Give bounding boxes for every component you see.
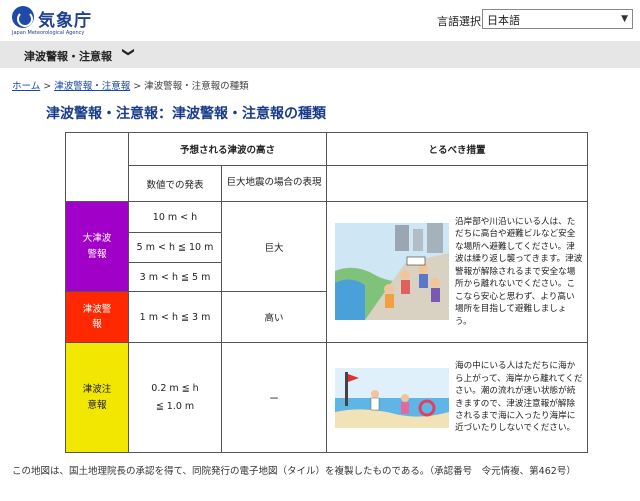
level-label-line: 大津波 [82, 233, 112, 245]
action-cell-advisory: 海の中にいる人はただちに海から上がって、海岸から離れてください。潮の流れが速い状… [326, 342, 589, 453]
jma-logo-icon [12, 6, 34, 28]
breadcrumb-current: 津波警報・注意報の種類 [144, 81, 249, 92]
breadcrumb-separator: > [133, 81, 142, 92]
subheader-action-empty [326, 165, 589, 202]
chevron-down-icon: ▼ [621, 14, 628, 24]
range-cell: 10 m < h [128, 201, 222, 233]
range-cell: 3 m < h ≦ 5 m [128, 262, 222, 292]
giant-expression-cell: ー [220, 342, 328, 453]
level-label-line: 津波警 [82, 303, 112, 315]
level-tsunami-advisory: 津波注 意報 [65, 342, 129, 453]
level-major-tsunami-warning: 大津波 警報 [65, 201, 129, 292]
range-cell: 1 m < h ≦ 3 m [128, 291, 222, 343]
logo-name: 気象庁 [38, 11, 92, 31]
language-select-value: 日本語 [487, 14, 520, 27]
range-cell: 5 m < h ≦ 10 m [128, 232, 222, 263]
header-action: とるべき措置 [326, 132, 589, 166]
range-line: 0.2 m ≦ h [151, 383, 199, 395]
language-select[interactable]: 日本語 ▼ [482, 9, 633, 29]
giant-expression-cell: 高い [220, 291, 328, 343]
section-nav-bar[interactable]: 津波警報・注意報 ❯ [0, 41, 640, 68]
action-cell-warnings: 沿岸部や川沿いにいる人は、ただちに高台や避難ビルなど安全な場所へ避難してください… [326, 201, 589, 343]
range-line: ≦ 1.0 m [155, 400, 195, 412]
section-nav-title: 津波警報・注意報 [24, 50, 112, 63]
map-copyright-note: この地図は、国土地理院長の承認を得て、同院発行の電子地図（タイル）を複製したもの… [12, 466, 576, 477]
evacuation-illustration-icon [335, 223, 450, 321]
level-label-line: 警報 [87, 248, 107, 260]
breadcrumb-home-link[interactable]: ホーム [12, 81, 40, 92]
language-label: 言語選択 [437, 15, 481, 28]
header-expected-height: 予想される津波の高さ [127, 132, 328, 166]
subheader-giant-quake: 巨大地震の場合の表現 [220, 165, 328, 202]
site-header: 気象庁 Japan Meteorological Agency 言語選択 日本語… [0, 0, 640, 36]
subheader-numeric: 数値での発表 [128, 165, 222, 202]
level-label-line: 津波注 [82, 384, 112, 396]
level-label-line: 報 [92, 319, 102, 330]
breadcrumb-parent-link[interactable]: 津波警報・注意報 [54, 81, 130, 92]
range-cell: 0.2 m ≦ h ≦ 1.0 m [128, 342, 222, 453]
table-corner-cell [65, 132, 129, 202]
level-tsunami-warning: 津波警 報 [65, 291, 129, 343]
page-title: 津波警報・注意報：津波警報・注意報の種類 [46, 106, 326, 122]
chevron-down-icon[interactable]: ❯ [122, 47, 136, 57]
breadcrumb-separator: > [43, 81, 52, 92]
jma-logo[interactable]: 気象庁 Japan Meteorological Agency [12, 6, 132, 36]
breadcrumb: ホーム > 津波警報・注意報 > 津波警報・注意報の種類 [12, 78, 249, 92]
action-text-warning: 沿岸部や川沿いにいる人は、ただちに高台や避難ビルなど安全な場所へ避難してください… [455, 216, 583, 327]
level-label-line: 意報 [87, 399, 107, 411]
beach-illustration-icon [335, 367, 450, 428]
tsunami-warning-table: 予想される津波の高さ とるべき措置 数値での発表 巨大地震の場合の表現 大津波 … [65, 132, 589, 453]
logo-subtitle: Japan Meteorological Agency [12, 30, 85, 36]
action-text-advisory: 海の中にいる人はただちに海から上がって、海岸から離れてください。潮の流れが速い状… [455, 361, 583, 434]
giant-expression-cell: 巨大 [220, 201, 328, 292]
